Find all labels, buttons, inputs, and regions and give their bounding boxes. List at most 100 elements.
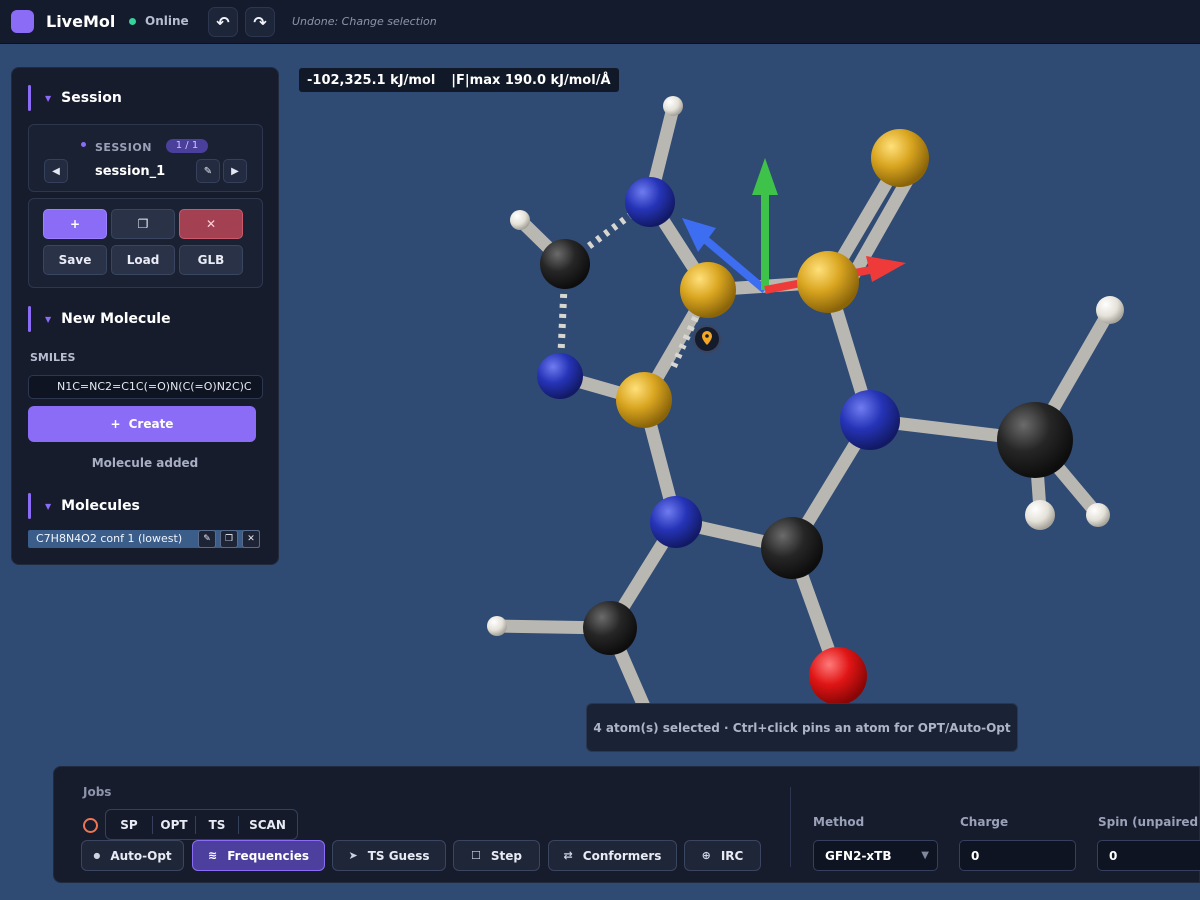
energy-value: -102,325.1 kJ/mol (307, 72, 436, 88)
smiles-input[interactable]: N1C=NC2=C1C(=O)N(C(=O)N2C)C (28, 375, 263, 399)
atom-h (487, 616, 507, 636)
atom-s (797, 251, 859, 313)
divider (790, 787, 791, 867)
caret-down-icon: ▼ (45, 93, 52, 103)
delete-session-button[interactable]: ✕ (179, 209, 243, 239)
y-axis-arrow-head (752, 158, 778, 195)
atom-h (663, 96, 683, 116)
selection-toast: 4 atom(s) selected · Ctrl+click pins an … (586, 703, 1018, 752)
top-bar: LiveMol Online ↶ ↷ Undone: Change select… (0, 0, 1200, 44)
charge-label: Charge (960, 815, 1009, 829)
method-select[interactable]: GFN2-xTB ▼ (813, 840, 938, 871)
undo-status-message: Undone: Change selection (292, 15, 437, 28)
load-button[interactable]: Load (111, 245, 175, 275)
molecule-viewport[interactable] (280, 44, 1200, 764)
chevron-down-icon: ▼ (921, 850, 929, 861)
step-button[interactable]: ☐ Step (453, 840, 540, 871)
app-logo-icon (11, 10, 34, 33)
atom-h (1086, 503, 1110, 527)
auto-opt-button[interactable]: ● Auto-Opt (81, 840, 184, 871)
atom-c (997, 402, 1073, 478)
charge-value: 0 (971, 848, 980, 863)
session-card: SESSION 1 / 1 ◀ session_1 ✎ ▶ (28, 124, 263, 192)
mode-sp[interactable]: SP (106, 810, 152, 839)
molecule-label: C7H8N4O2 conf 1 (lowest) (36, 532, 183, 545)
atom-c (761, 517, 823, 579)
caret-down-icon: ▼ (45, 314, 52, 324)
waves-icon: ≋ (207, 849, 218, 862)
new-molecule-section-header[interactable]: ▼ New Molecule (28, 306, 171, 332)
section-title: New Molecule (61, 311, 171, 327)
atom-c (540, 239, 590, 289)
session-name: session_1 (95, 164, 166, 179)
atom-h (1096, 296, 1124, 324)
create-label: Create (128, 417, 174, 431)
rename-session-button[interactable]: ✎ (196, 159, 220, 183)
session-actions: + ❐ ✕ Save Load GLB (28, 198, 263, 288)
smiles-label: SMILES (30, 351, 76, 364)
swap-icon: ⇄ (563, 849, 573, 862)
atom-s (871, 129, 929, 187)
atom-n (625, 177, 675, 227)
atom-n (840, 390, 900, 450)
edit-molecule-button[interactable]: ✎ (198, 530, 216, 548)
job-mode-selector: SP OPT TS SCAN (105, 809, 298, 840)
pin-marker-icon[interactable] (693, 325, 721, 353)
section-title: Molecules (61, 498, 140, 514)
save-button[interactable]: Save (43, 245, 107, 275)
connection-status: Online (145, 14, 189, 28)
atom-n (650, 496, 702, 548)
method-value: GFN2-xTB (825, 848, 892, 863)
section-title: Session (61, 90, 122, 106)
atom-s (680, 262, 736, 318)
atom-s (616, 372, 672, 428)
molecule-status-message: Molecule added (91, 456, 199, 470)
charge-input[interactable]: 0 (959, 840, 1076, 871)
duplicate-session-button[interactable]: ❐ (111, 209, 175, 239)
atom-h (510, 210, 530, 230)
energy-readout: -102,325.1 kJ/mol |F|max 190.0 kJ/mol/Å (299, 68, 619, 92)
list-item[interactable]: C7H8N4O2 conf 1 (lowest) ✎ ❐ ✕ (28, 530, 260, 548)
new-session-button[interactable]: + (43, 209, 107, 239)
glb-export-button[interactable]: GLB (179, 245, 243, 275)
next-session-button[interactable]: ▶ (223, 159, 247, 183)
atom-o (809, 647, 867, 705)
spin-label: Spin (unpaired e (1098, 815, 1200, 829)
smiles-input-value: N1C=NC2=C1C(=O)N(C(=O)N2C)C (57, 380, 252, 393)
spin-input[interactable]: 0 (1097, 840, 1200, 871)
atom-c (583, 601, 637, 655)
atom-h (1025, 500, 1055, 530)
arrow-icon: ➤ (348, 849, 358, 862)
fmax-value: |F|max 190.0 kJ/mol/Å (451, 72, 611, 88)
job-status-ring-icon (83, 818, 98, 833)
app-name: LiveMol (46, 12, 116, 31)
session-dot-icon (81, 142, 86, 147)
square-icon: ☐ (471, 849, 481, 862)
spin-value: 0 (1109, 848, 1118, 863)
x-axis-arrow-head (866, 256, 906, 282)
session-section-header[interactable]: ▼ Session (28, 85, 122, 111)
session-count-badge: 1 / 1 (166, 139, 208, 153)
conformers-button[interactable]: ⇄ Conformers (548, 840, 677, 871)
session-label: SESSION (95, 141, 152, 154)
duplicate-molecule-button[interactable]: ❐ (220, 530, 238, 548)
crosshair-icon: ⊕ (701, 849, 711, 862)
irc-button[interactable]: ⊕ IRC (684, 840, 761, 871)
molecules-section-header[interactable]: ▼ Molecules (28, 493, 140, 519)
atoms[interactable] (487, 96, 1124, 705)
redo-button[interactable]: ↷ (245, 7, 275, 37)
left-panel: ▼ Session SESSION 1 / 1 ◀ session_1 ✎ ▶ … (11, 67, 279, 565)
mode-scan[interactable]: SCAN (239, 810, 296, 839)
mode-ts[interactable]: TS (196, 810, 238, 839)
mode-opt[interactable]: OPT (153, 810, 195, 839)
delete-molecule-button[interactable]: ✕ (242, 530, 260, 548)
frequencies-button[interactable]: ≋ Frequencies (192, 840, 325, 871)
plus-icon: + (110, 417, 121, 431)
method-label: Method (813, 815, 865, 829)
dot-icon: ● (93, 851, 101, 860)
undo-button[interactable]: ↶ (208, 7, 238, 37)
atom-n (537, 353, 583, 399)
prev-session-button[interactable]: ◀ (44, 159, 68, 183)
ts-guess-button[interactable]: ➤ TS Guess (332, 840, 446, 871)
create-molecule-button[interactable]: + Create (28, 406, 256, 442)
